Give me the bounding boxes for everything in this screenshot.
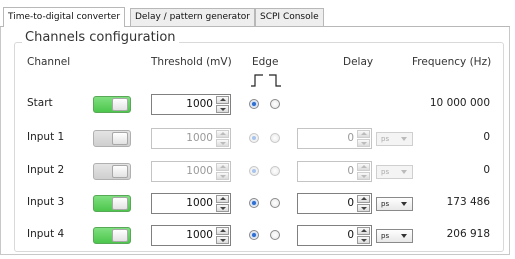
edge-falling-radio-start[interactable] — [270, 99, 280, 109]
spin-down-icon[interactable] — [216, 139, 229, 147]
channel-toggle-input-3[interactable] — [93, 195, 131, 212]
frequency-value-input-3: 173 486 — [446, 196, 490, 208]
delay-input-input-1[interactable]: 0 — [297, 128, 372, 149]
edge-rising-radio-input-1[interactable] — [249, 133, 259, 143]
delay-value: 0 — [347, 229, 354, 241]
toggle-knob — [112, 132, 128, 145]
channel-label: Input 4 — [27, 228, 65, 240]
delay-spinner[interactable] — [357, 195, 370, 212]
edge-rising-radio-input-2[interactable] — [249, 166, 259, 176]
header-threshold: Threshold (mV) — [151, 56, 232, 68]
threshold-input-input-1[interactable]: 1000 — [151, 128, 231, 149]
spin-down-icon[interactable] — [216, 105, 229, 113]
header-frequency: Frequency (Hz) — [412, 56, 492, 68]
spin-up-icon[interactable] — [357, 195, 370, 203]
delay-unit-select-input-3[interactable]: ps — [376, 197, 413, 211]
toggle-knob — [112, 229, 128, 242]
spin-up-icon[interactable] — [216, 96, 229, 104]
edge-rising-radio-start[interactable] — [249, 99, 259, 109]
frequency-value-input-2: 0 — [483, 164, 490, 176]
threshold-input-input-2[interactable]: 1000 — [151, 161, 231, 182]
rising-edge-icon — [251, 74, 263, 87]
spin-up-icon[interactable] — [357, 130, 370, 138]
delay-input-input-4[interactable]: 0 — [297, 225, 372, 246]
threshold-value: 1000 — [186, 98, 213, 110]
spin-down-icon[interactable] — [357, 204, 370, 212]
delay-value: 0 — [347, 132, 354, 144]
channel-label: Start — [27, 97, 53, 109]
toggle-knob — [112, 98, 128, 111]
edge-falling-radio-input-4[interactable] — [270, 230, 280, 240]
frequency-value-input-4: 206 918 — [446, 228, 490, 240]
delay-input-input-3[interactable]: 0 — [297, 193, 372, 214]
header-delay: Delay — [343, 56, 374, 68]
tab-time-to-digital-converter[interactable]: Time-to-digital converter — [3, 7, 126, 27]
spin-up-icon[interactable] — [216, 130, 229, 138]
threshold-spinner[interactable] — [216, 163, 229, 180]
tab-bar: Time-to-digital converter Delay / patter… — [0, 0, 515, 27]
toggle-knob — [112, 197, 128, 210]
spin-down-icon[interactable] — [357, 236, 370, 244]
header-edge: Edge — [252, 56, 279, 68]
spin-up-icon[interactable] — [357, 227, 370, 235]
channel-toggle-start[interactable] — [93, 96, 131, 113]
delay-value: 0 — [347, 197, 354, 209]
unit-value: ps — [381, 200, 390, 208]
channel-label: Input 3 — [27, 196, 65, 208]
unit-value: ps — [381, 135, 390, 143]
falling-edge-icon — [269, 74, 281, 87]
threshold-spinner[interactable] — [216, 96, 229, 113]
spin-down-icon[interactable] — [216, 172, 229, 180]
channel-toggle-input-2[interactable] — [93, 163, 131, 180]
edge-rising-radio-input-4[interactable] — [249, 230, 259, 240]
delay-unit-select-input-2[interactable]: ps — [376, 165, 413, 179]
spin-up-icon[interactable] — [357, 163, 370, 171]
spin-up-icon[interactable] — [216, 195, 229, 203]
edge-falling-radio-input-2[interactable] — [270, 166, 280, 176]
delay-spinner[interactable] — [357, 163, 370, 180]
spin-down-icon[interactable] — [216, 236, 229, 244]
toggle-knob — [112, 165, 128, 178]
channel-label: Input 1 — [27, 131, 65, 143]
spin-up-icon[interactable] — [216, 227, 229, 235]
delay-input-input-2[interactable]: 0 — [297, 161, 372, 182]
threshold-spinner[interactable] — [216, 130, 229, 147]
spin-up-icon[interactable] — [216, 163, 229, 171]
delay-value: 0 — [347, 165, 354, 177]
spin-down-icon[interactable] — [357, 172, 370, 180]
threshold-input-input-4[interactable]: 1000 — [151, 225, 231, 246]
channel-toggle-input-1[interactable] — [93, 130, 131, 147]
edge-falling-radio-input-3[interactable] — [270, 198, 280, 208]
unit-value: ps — [381, 232, 390, 240]
threshold-value: 1000 — [186, 132, 213, 144]
threshold-spinner[interactable] — [216, 195, 229, 212]
tab-scpi-console[interactable]: SCPI Console — [255, 8, 324, 26]
channel-toggle-input-4[interactable] — [93, 227, 131, 244]
tab-delay-pattern-generator[interactable]: Delay / pattern generator — [130, 8, 255, 26]
group-title: Channels configuration — [22, 30, 179, 45]
threshold-value: 1000 — [186, 197, 213, 209]
edge-rising-radio-input-3[interactable] — [249, 198, 259, 208]
unit-value: ps — [381, 168, 390, 176]
threshold-value: 1000 — [186, 229, 213, 241]
delay-unit-select-input-4[interactable]: ps — [376, 229, 413, 243]
edge-falling-radio-input-1[interactable] — [270, 133, 280, 143]
spin-down-icon[interactable] — [216, 204, 229, 212]
delay-spinner[interactable] — [357, 130, 370, 147]
threshold-input-input-3[interactable]: 1000 — [151, 193, 231, 214]
frequency-value-start: 10 000 000 — [429, 97, 490, 109]
spin-down-icon[interactable] — [357, 139, 370, 147]
channel-label: Input 2 — [27, 164, 65, 176]
frequency-value-input-1: 0 — [483, 131, 490, 143]
delay-unit-select-input-1[interactable]: ps — [376, 132, 413, 146]
header-channel: Channel — [27, 56, 71, 68]
threshold-spinner[interactable] — [216, 227, 229, 244]
threshold-input-start[interactable]: 1000 — [151, 94, 231, 115]
threshold-value: 1000 — [186, 165, 213, 177]
delay-spinner[interactable] — [357, 227, 370, 244]
